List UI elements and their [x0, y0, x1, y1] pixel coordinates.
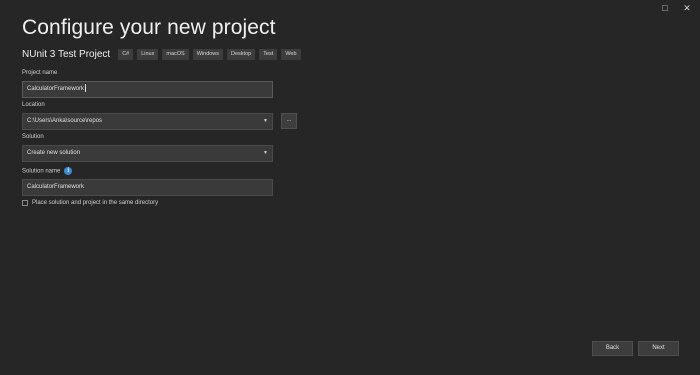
tag-windows: Windows — [192, 49, 224, 60]
tag-desktop: Desktop — [227, 49, 256, 60]
location-label: Location — [22, 102, 45, 108]
project-name-value: CalculatorFramework — [27, 86, 85, 92]
close-icon[interactable]: ✕ — [682, 3, 692, 13]
solution-name-label: Solution name — [22, 168, 61, 175]
info-icon[interactable]: i — [64, 167, 73, 175]
location-value: C:\Users\Anka\source\repos — [27, 118, 103, 124]
page-title: Configure your new project — [22, 16, 276, 39]
location-combobox[interactable]: C:\Users\Anka\source\repos ▼ — [22, 113, 273, 130]
same-directory-option[interactable]: Place solution and project in the same d… — [22, 200, 158, 206]
chevron-down-icon: ▼ — [263, 150, 268, 156]
back-button[interactable]: Back — [592, 341, 633, 356]
solution-value: Create new solution — [27, 150, 81, 156]
same-directory-label: Place solution and project in the same d… — [32, 200, 159, 206]
same-directory-checkbox[interactable] — [22, 200, 28, 206]
solution-name-label-row: Solution name i — [22, 167, 73, 175]
restore-icon[interactable]: □ — [660, 3, 670, 13]
solution-dropdown[interactable]: Create new solution ▼ — [22, 145, 273, 162]
tag-test: Test — [259, 49, 278, 60]
next-button[interactable]: Next — [638, 341, 679, 356]
project-name-label: Project name — [22, 70, 58, 76]
text-caret — [85, 84, 87, 93]
window-controls: □ ✕ — [660, 3, 692, 13]
browse-location-button[interactable]: ... — [281, 113, 297, 129]
solution-name-input[interactable]: CalculatorFramework — [22, 179, 273, 196]
solution-label: Solution — [22, 134, 44, 140]
solution-name-value: CalculatorFramework — [27, 184, 85, 190]
template-tags: C# Linux macOS Windows Desktop Test Web — [118, 49, 301, 60]
tag-csharp: C# — [118, 49, 134, 60]
tag-linux: Linux — [137, 49, 159, 60]
project-name-input[interactable]: CalculatorFramework — [22, 81, 273, 98]
template-header: NUnit 3 Test Project C# Linux macOS Wind… — [22, 49, 301, 60]
template-name: NUnit 3 Test Project — [22, 49, 111, 60]
tag-web: Web — [281, 49, 301, 60]
tag-macos: macOS — [162, 49, 189, 60]
chevron-down-icon: ▼ — [263, 118, 268, 124]
